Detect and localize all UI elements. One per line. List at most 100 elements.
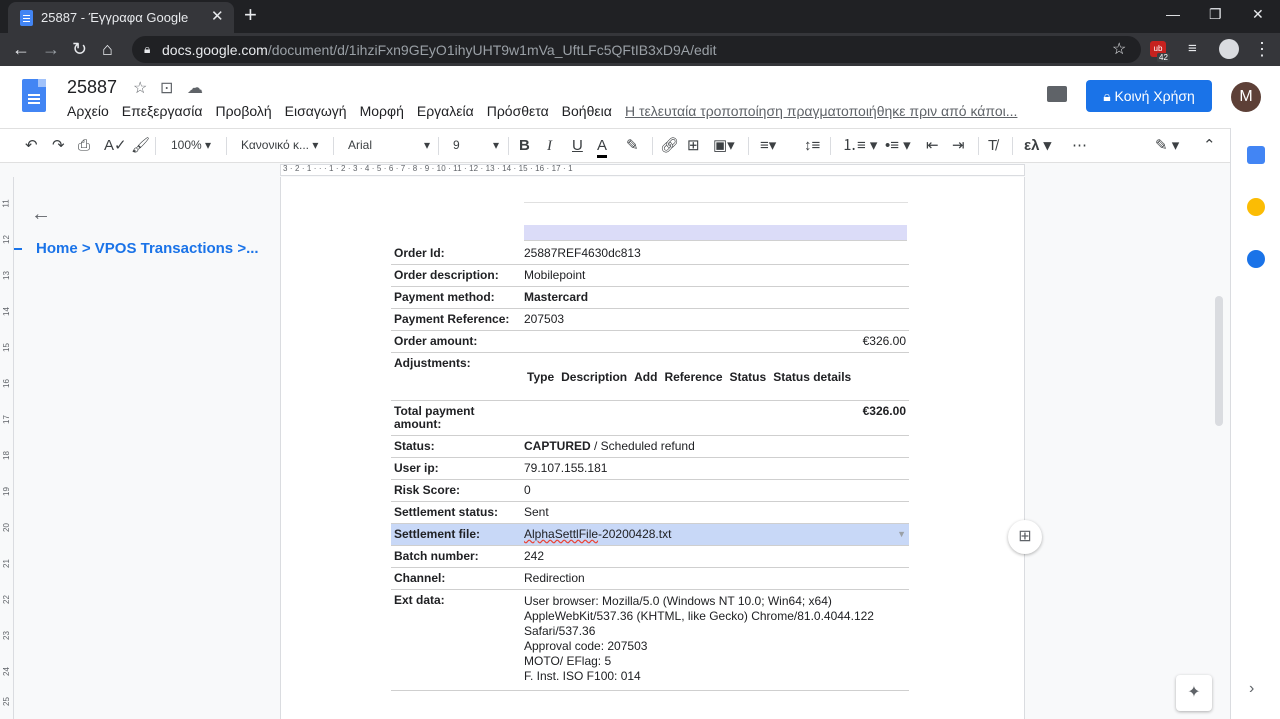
menu-addons[interactable]: Πρόσθετα: [487, 103, 549, 119]
settlement-file-value[interactable]: AlphaSettlFile-20200428.txt ▼: [521, 523, 909, 546]
star-icon[interactable]: ☆: [133, 78, 147, 98]
vruler-mark: 25: [1, 697, 11, 706]
reload-icon[interactable]: ↻: [72, 39, 87, 59]
tab-close-icon[interactable]: ✕: [211, 8, 224, 26]
ext-data-line: Safari/537.36: [524, 624, 596, 638]
line-spacing-icon[interactable]: ↕≡: [804, 137, 820, 155]
media-queue-icon[interactable]: ≡: [1188, 39, 1197, 59]
extension-count: 42: [1157, 53, 1170, 62]
toolbar-divider: [226, 137, 227, 155]
vruler-mark: 12: [1, 235, 11, 244]
style-select[interactable]: Κανονικό κ... ▾: [241, 138, 318, 152]
close-window-icon[interactable]: ✕: [1252, 6, 1264, 22]
cell-dropdown-icon[interactable]: ▼: [897, 528, 906, 541]
vertical-ruler[interactable]: 11 12 13 14 15 16 17 18 19 20 21 22 23 2…: [0, 177, 14, 719]
batch-number-label: Batch number:: [391, 545, 521, 568]
forward-icon[interactable]: →: [42, 39, 60, 59]
menu-edit[interactable]: Επεξεργασία: [122, 103, 203, 119]
settlement-file-name: AlphaSettlFile: [524, 527, 599, 541]
batch-number-value: 242: [521, 545, 798, 568]
table-row: User ip: 79.107.155.181: [391, 457, 909, 480]
undo-icon[interactable]: ↶: [25, 137, 38, 155]
menu-file[interactable]: Αρχείο: [67, 103, 109, 119]
user-ip-value: 79.107.155.181: [521, 457, 798, 480]
table-row: Order description: Mobilepoint: [391, 264, 909, 287]
more-icon[interactable]: ⋯: [1072, 137, 1087, 155]
ext-data-line: MOTO/ EFlag: 5: [524, 654, 612, 668]
decrease-indent-icon[interactable]: ⇤: [926, 137, 939, 155]
share-button[interactable]: 🔒︎ Κοινή Χρήση: [1086, 80, 1212, 112]
docs-logo-icon[interactable]: [22, 79, 46, 112]
menu-insert[interactable]: Εισαγωγή: [285, 103, 347, 119]
menu-format[interactable]: Μορφή: [360, 103, 404, 119]
horizontal-ruler[interactable]: 3 · 2 · 1 · · · 1 · 2 · 3 · 4 · 5 · 6 · …: [0, 163, 1230, 177]
font-select[interactable]: Arial ▾: [348, 138, 430, 152]
comment-history-icon[interactable]: [1047, 86, 1067, 102]
increase-indent-icon[interactable]: ⇥: [952, 137, 965, 155]
address-bar[interactable]: 🔒︎ docs.google.com/document/d/1ihziFxn9G…: [132, 36, 1141, 63]
document-title[interactable]: 25887: [67, 77, 117, 98]
browser-tab[interactable]: 25887 - Έγγραφα Google ✕: [8, 2, 234, 33]
link-icon[interactable]: 🔗︎: [660, 137, 679, 155]
italic-icon[interactable]: I: [547, 137, 552, 155]
table-row: Order Id: 25887REF4630dc813: [391, 243, 909, 265]
payment-reference-value: 207503: [521, 308, 798, 331]
editing-mode-icon[interactable]: ✎ ▾: [1155, 137, 1179, 155]
browser-menu-icon[interactable]: ⋮: [1253, 39, 1271, 59]
toolbar-divider: [748, 137, 749, 155]
align-icon[interactable]: ≡▾: [760, 137, 776, 155]
text-color-icon[interactable]: A: [597, 137, 608, 158]
vertical-scrollbar[interactable]: [1215, 296, 1223, 426]
menu-help[interactable]: Βοήθεια: [562, 103, 612, 119]
vruler-mark: 23: [1, 631, 11, 640]
restore-icon[interactable]: ❐: [1209, 6, 1222, 22]
numbered-list-icon[interactable]: ⒈≡ ▾: [842, 137, 877, 155]
bulleted-list-icon[interactable]: •≡ ▾: [885, 137, 911, 155]
tasks-icon[interactable]: [1247, 250, 1265, 268]
zoom-select[interactable]: 100% ▾: [171, 138, 211, 152]
font-size-select[interactable]: 9 ▾: [453, 138, 499, 152]
spellcheck-icon[interactable]: A✓: [104, 137, 127, 155]
toolbar-divider: [652, 137, 653, 155]
table-row: Risk Score: 0: [391, 479, 909, 502]
document-page[interactable]: Order Id: 25887REF4630dc813 Order descri…: [280, 177, 1025, 719]
new-tab-button[interactable]: +: [244, 3, 257, 27]
side-panel: ›: [1230, 128, 1280, 719]
table-row-selected[interactable]: Settlement file: AlphaSettlFile-20200428…: [391, 523, 909, 546]
add-comment-icon[interactable]: ⊞: [687, 137, 700, 155]
input-tools-icon[interactable]: ελ ▾: [1024, 137, 1051, 155]
outline-heading[interactable]: Home > VPOS Transactions >...: [36, 240, 259, 257]
bookmark-star-icon[interactable]: ☆: [1112, 39, 1126, 59]
bold-icon[interactable]: B: [519, 137, 530, 155]
underline-icon[interactable]: U: [572, 137, 583, 155]
add-comment-button[interactable]: ⊞: [1008, 520, 1042, 554]
move-folder-icon[interactable]: ⊡: [160, 78, 173, 98]
calendar-icon[interactable]: [1247, 146, 1265, 164]
highlight-icon[interactable]: ✎: [626, 137, 639, 155]
explore-button[interactable]: ✦: [1176, 675, 1212, 711]
last-edit-link[interactable]: Η τελευταία τροποποίηση πραγματοποιήθηκε…: [625, 103, 1017, 119]
total-amount-value: €326.00: [797, 400, 909, 436]
redo-icon[interactable]: ↷: [52, 137, 65, 155]
expand-panel-icon[interactable]: ›: [1249, 680, 1254, 698]
minimize-icon[interactable]: —: [1166, 6, 1180, 22]
adjustment-column: Status details: [773, 370, 852, 384]
browser-profile-avatar[interactable]: [1219, 39, 1239, 59]
toolbar-divider: [438, 137, 439, 155]
back-icon[interactable]: ←: [12, 39, 30, 59]
keep-icon[interactable]: [1247, 198, 1265, 216]
paint-format-icon[interactable]: 🖌︎: [131, 137, 150, 155]
tab-title: 25887 - Έγγραφα Google: [41, 10, 189, 25]
menu-tools[interactable]: Εργαλεία: [417, 103, 474, 119]
home-icon[interactable]: ⌂: [102, 39, 113, 59]
clear-formatting-icon[interactable]: T̸: [988, 137, 997, 155]
outline-back-icon[interactable]: ←: [31, 203, 51, 226]
user-avatar[interactable]: M: [1231, 82, 1261, 112]
insert-image-icon[interactable]: ▣▾: [713, 137, 735, 155]
table-header-cell: [524, 225, 907, 241]
print-icon[interactable]: ⎙: [78, 137, 90, 155]
menu-view[interactable]: Προβολή: [215, 103, 271, 119]
collapse-toolbar-icon[interactable]: ⌃: [1203, 137, 1216, 155]
toolbar-divider: [978, 137, 979, 155]
table-row: Payment Reference: 207503: [391, 308, 909, 331]
